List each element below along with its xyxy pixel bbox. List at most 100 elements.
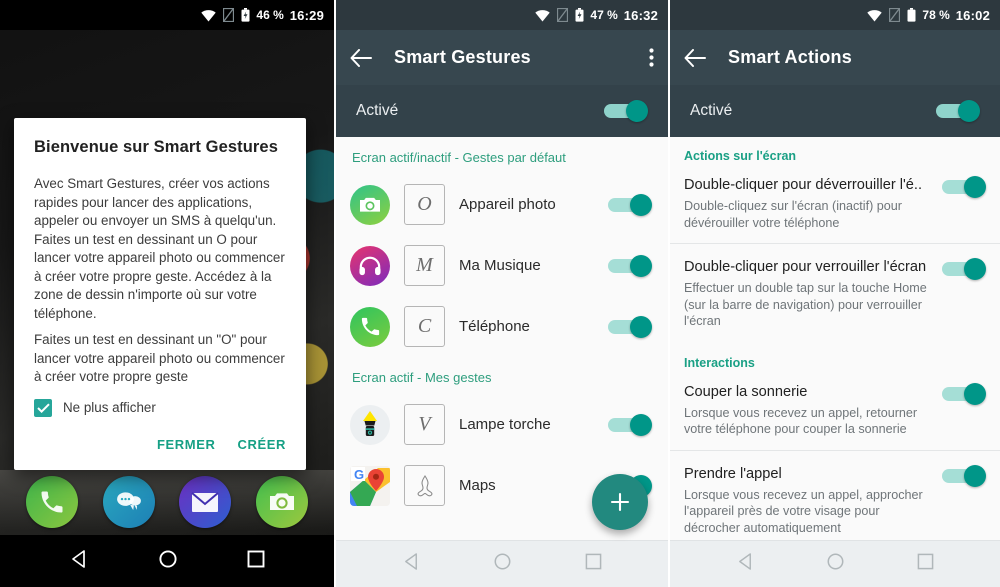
status-icons (201, 7, 250, 23)
action-row-answer-call[interactable]: Prendre l'appel Lorsque vous recevez un … (670, 451, 1000, 541)
dont-show-again-checkbox-row[interactable]: Ne plus afficher (34, 398, 286, 417)
action-description: Lorsque vous recevez un appel, retourner… (684, 405, 918, 437)
phone-icon (350, 306, 390, 347)
action-text: Couper la sonnerie Lorsque vous recevez … (684, 383, 932, 438)
toggle-knob (964, 258, 986, 280)
battery-percent: 47 % (590, 8, 618, 22)
svg-text:G: G (354, 467, 364, 482)
gesture-row-camera[interactable]: O Appareil photo (336, 174, 668, 235)
master-switch-row[interactable]: Activé (336, 85, 668, 137)
phone-screen-smart-actions: 78 % 16:02 Smart Actions Activé Actions … (668, 0, 1000, 587)
action-description: Effectuer un double tap sur la touche Ho… (684, 281, 927, 328)
checkbox-checked-icon[interactable] (34, 398, 52, 417)
gesture-glyph-box (404, 465, 445, 506)
gesture-row-phone[interactable]: C Téléphone (336, 296, 668, 357)
toggle-knob (630, 315, 652, 338)
action-row-double-tap-unlock[interactable]: Double-cliquer pour déverrouiller l'é.. … (670, 167, 1000, 243)
home-dock (0, 476, 334, 528)
back-icon[interactable] (402, 552, 421, 576)
close-button[interactable]: FERMER (157, 437, 216, 452)
master-switch-toggle[interactable] (604, 100, 648, 122)
action-text: Prendre l'appel Lorsque vous recevez un … (684, 465, 932, 537)
gesture-toggle[interactable] (608, 315, 652, 338)
action-toggle[interactable] (942, 258, 986, 284)
wifi-icon (535, 9, 551, 22)
action-title: Prendre l'appel (684, 465, 782, 482)
toggle-knob (964, 382, 986, 405)
add-gesture-fab[interactable] (592, 474, 648, 530)
battery-full-icon (907, 8, 916, 22)
flashlight-icon (350, 404, 390, 445)
messages-app-icon[interactable] (102, 476, 155, 528)
phone-screen-home-with-dialog: 46 % 16:29 Bienvenue sur Smart Gestures … (0, 0, 334, 587)
app-bar: Smart Actions (670, 30, 1000, 85)
battery-charging-icon (241, 8, 250, 22)
clock: 16:29 (289, 7, 324, 23)
camera-app-icon[interactable] (255, 476, 308, 528)
welcome-dialog: Bienvenue sur Smart Gestures Avec Smart … (14, 118, 306, 470)
gesture-label: Téléphone (459, 318, 530, 335)
action-toggle[interactable] (942, 382, 986, 405)
home-icon[interactable] (158, 549, 178, 574)
email-app-icon[interactable] (179, 476, 232, 528)
gesture-row-music[interactable]: M Ma Musique (336, 235, 668, 296)
status-icons (867, 7, 916, 23)
action-toggle[interactable] (942, 176, 986, 198)
home-icon[interactable] (493, 552, 512, 576)
action-toggle[interactable] (942, 464, 986, 491)
back-arrow-icon[interactable] (684, 48, 706, 67)
dialog-body: Avec Smart Gestures, créer vos actions r… (34, 175, 286, 387)
recents-icon[interactable] (585, 553, 602, 575)
page-title: Smart Actions (728, 47, 852, 67)
sim-card-icon (889, 7, 901, 23)
recents-icon[interactable] (917, 553, 934, 575)
dialog-title: Bienvenue sur Smart Gestures (34, 138, 278, 156)
toggle-knob (630, 193, 652, 216)
gesture-toggle[interactable] (608, 254, 652, 277)
overflow-menu-icon[interactable] (649, 48, 654, 67)
gesture-glyph-box: O (404, 184, 445, 225)
action-title: Couper la sonnerie (684, 383, 808, 400)
phone-screen-smart-gestures: 47 % 16:32 Smart Gestures Activé Ecran a… (334, 0, 668, 587)
wifi-icon (867, 9, 883, 22)
action-title: Double-cliquer pour verrouiller l'écran (684, 259, 927, 275)
master-switch-label: Activé (690, 102, 733, 119)
home-icon[interactable] (826, 552, 845, 576)
gesture-label: Lampe torche (459, 416, 551, 433)
gesture-row-flashlight[interactable]: V Lampe torche (336, 394, 668, 455)
headphones-icon (350, 245, 390, 286)
navigation-bar (670, 540, 1000, 587)
recents-icon[interactable] (247, 550, 265, 573)
dialog-paragraph-2: Faites un test en dessinant un "O" pour … (34, 332, 285, 384)
back-icon[interactable] (736, 552, 755, 576)
wifi-icon (201, 9, 217, 22)
back-arrow-icon[interactable] (350, 48, 372, 67)
toggle-knob (964, 464, 986, 487)
gesture-label: Maps (459, 477, 496, 494)
back-icon[interactable] (69, 549, 89, 574)
gesture-toggle[interactable] (608, 193, 652, 216)
gesture-glyph: M (416, 254, 433, 276)
action-description: Double-cliquez sur l'écran (inactif) pou… (684, 199, 902, 230)
create-button[interactable]: CRÉER (237, 437, 286, 452)
master-switch-row[interactable]: Activé (670, 85, 1000, 137)
status-bar: 78 % 16:02 (670, 0, 1000, 30)
action-row-mute-ringer[interactable]: Couper la sonnerie Lorsque vous recevez … (670, 374, 1000, 450)
gesture-label: Ma Musique (459, 257, 541, 274)
toggle-knob (630, 254, 652, 277)
maps-icon: G (350, 465, 390, 506)
clock: 16:02 (955, 7, 990, 23)
toggle-knob (964, 176, 986, 198)
master-switch-label: Activé (356, 102, 399, 119)
action-row-double-tap-lock[interactable]: Double-cliquer pour verrouiller l'écran … (670, 244, 1000, 342)
gesture-toggle[interactable] (608, 413, 652, 436)
actions-list: Actions sur l'écran Double-cliquer pour … (670, 137, 1000, 540)
dialog-actions: FERMER CRÉER (34, 437, 286, 462)
phone-app-icon[interactable] (26, 476, 79, 528)
master-switch-toggle[interactable] (936, 100, 980, 122)
page-title: Smart Gestures (394, 47, 531, 67)
gesture-glyph-box: V (404, 404, 445, 445)
gesture-label: Appareil photo (459, 196, 556, 213)
section-header-my-gestures: Ecran actif - Mes gestes (352, 370, 492, 385)
section-header-interactions: Interactions (684, 355, 755, 370)
